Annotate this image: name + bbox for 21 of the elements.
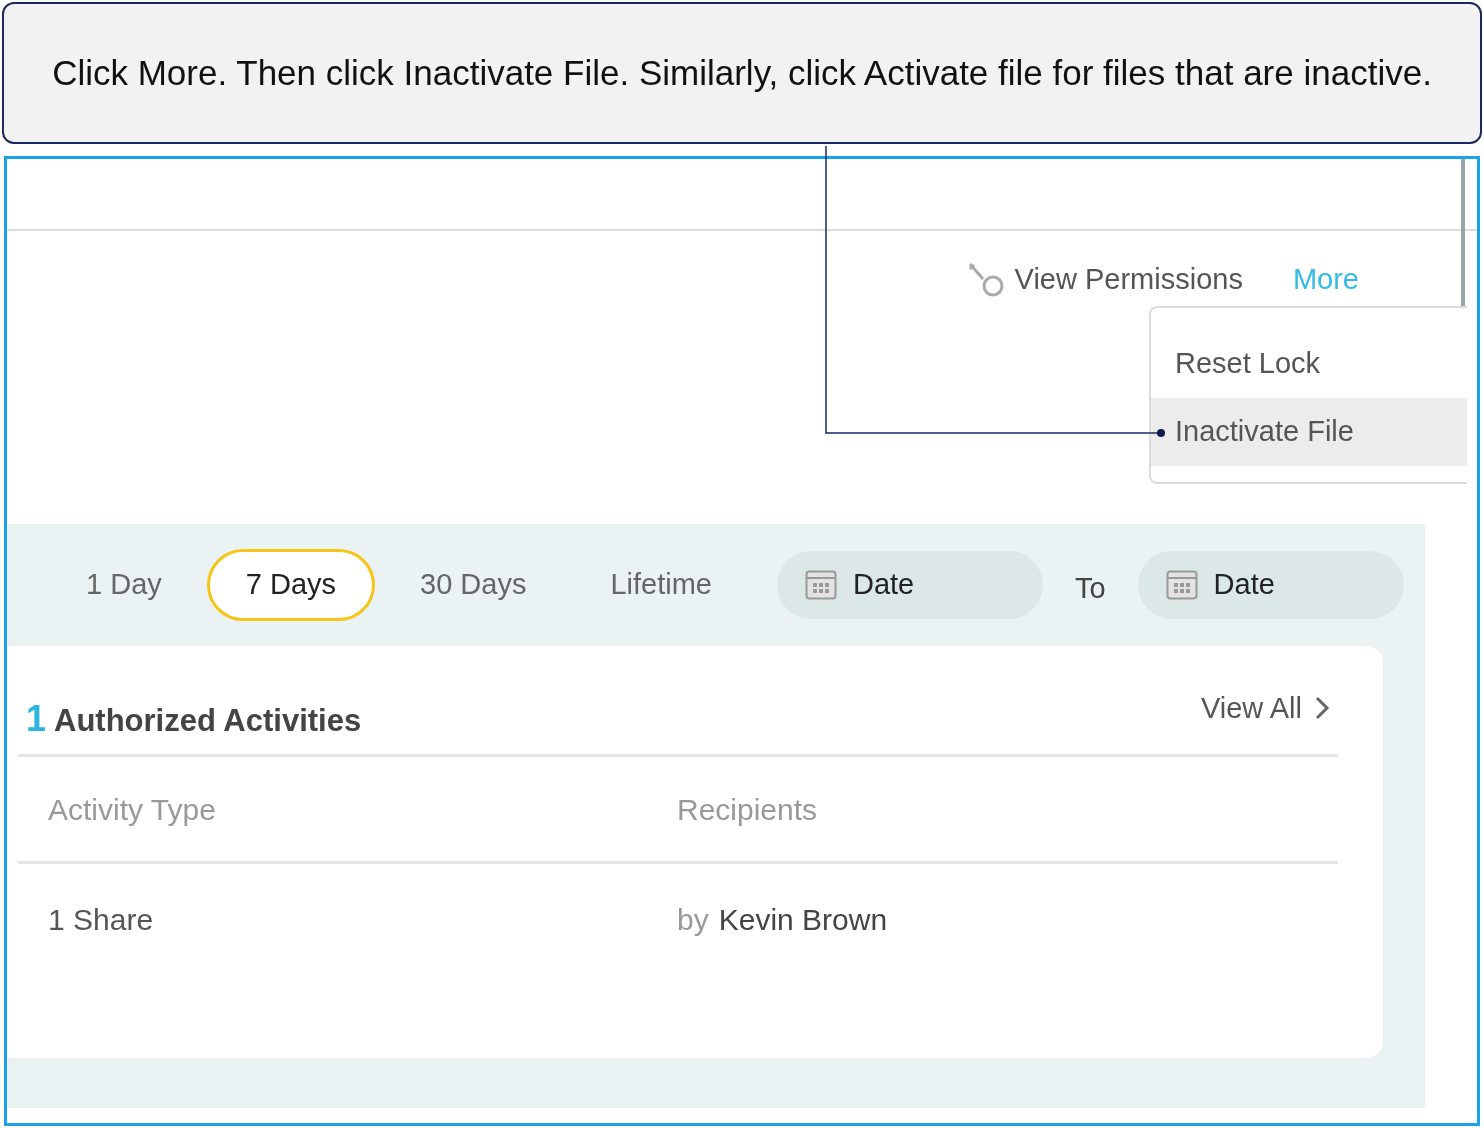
by-label: by — [677, 901, 709, 938]
view-permissions-link[interactable]: View Permissions — [1014, 258, 1243, 302]
range-tab[interactable]: 30 Days — [381, 549, 566, 621]
calendar-icon — [804, 570, 837, 600]
date-picker[interactable]: Date — [776, 551, 1043, 619]
recipient-name: Kevin Brown — [718, 901, 888, 938]
callout-text: Click More. Then click Inactivate File. Similarly, click Activate file for files that are inactive. — [52, 52, 1432, 94]
menu-item[interactable]: Inactivate File — [1151, 398, 1467, 466]
range-tab[interactable]: 7 Days — [206, 549, 376, 621]
range-tab[interactable]: 1 Day — [47, 549, 201, 621]
column-header: Recipients — [677, 791, 818, 828]
chevron-right-icon — [1314, 695, 1330, 722]
calendar-icon — [1165, 570, 1198, 600]
table-cell-text: 1 Share — [47, 901, 155, 938]
to-label: To — [1074, 571, 1106, 607]
range-tab[interactable]: Lifetime — [571, 549, 751, 621]
date-picker[interactable]: Date — [1137, 551, 1404, 619]
activity-count: 1 — [26, 697, 47, 741]
column-header: Activity Type — [47, 791, 217, 828]
section-title: Authorized Activities — [54, 702, 362, 740]
view-all-link[interactable]: View All — [1200, 686, 1330, 730]
